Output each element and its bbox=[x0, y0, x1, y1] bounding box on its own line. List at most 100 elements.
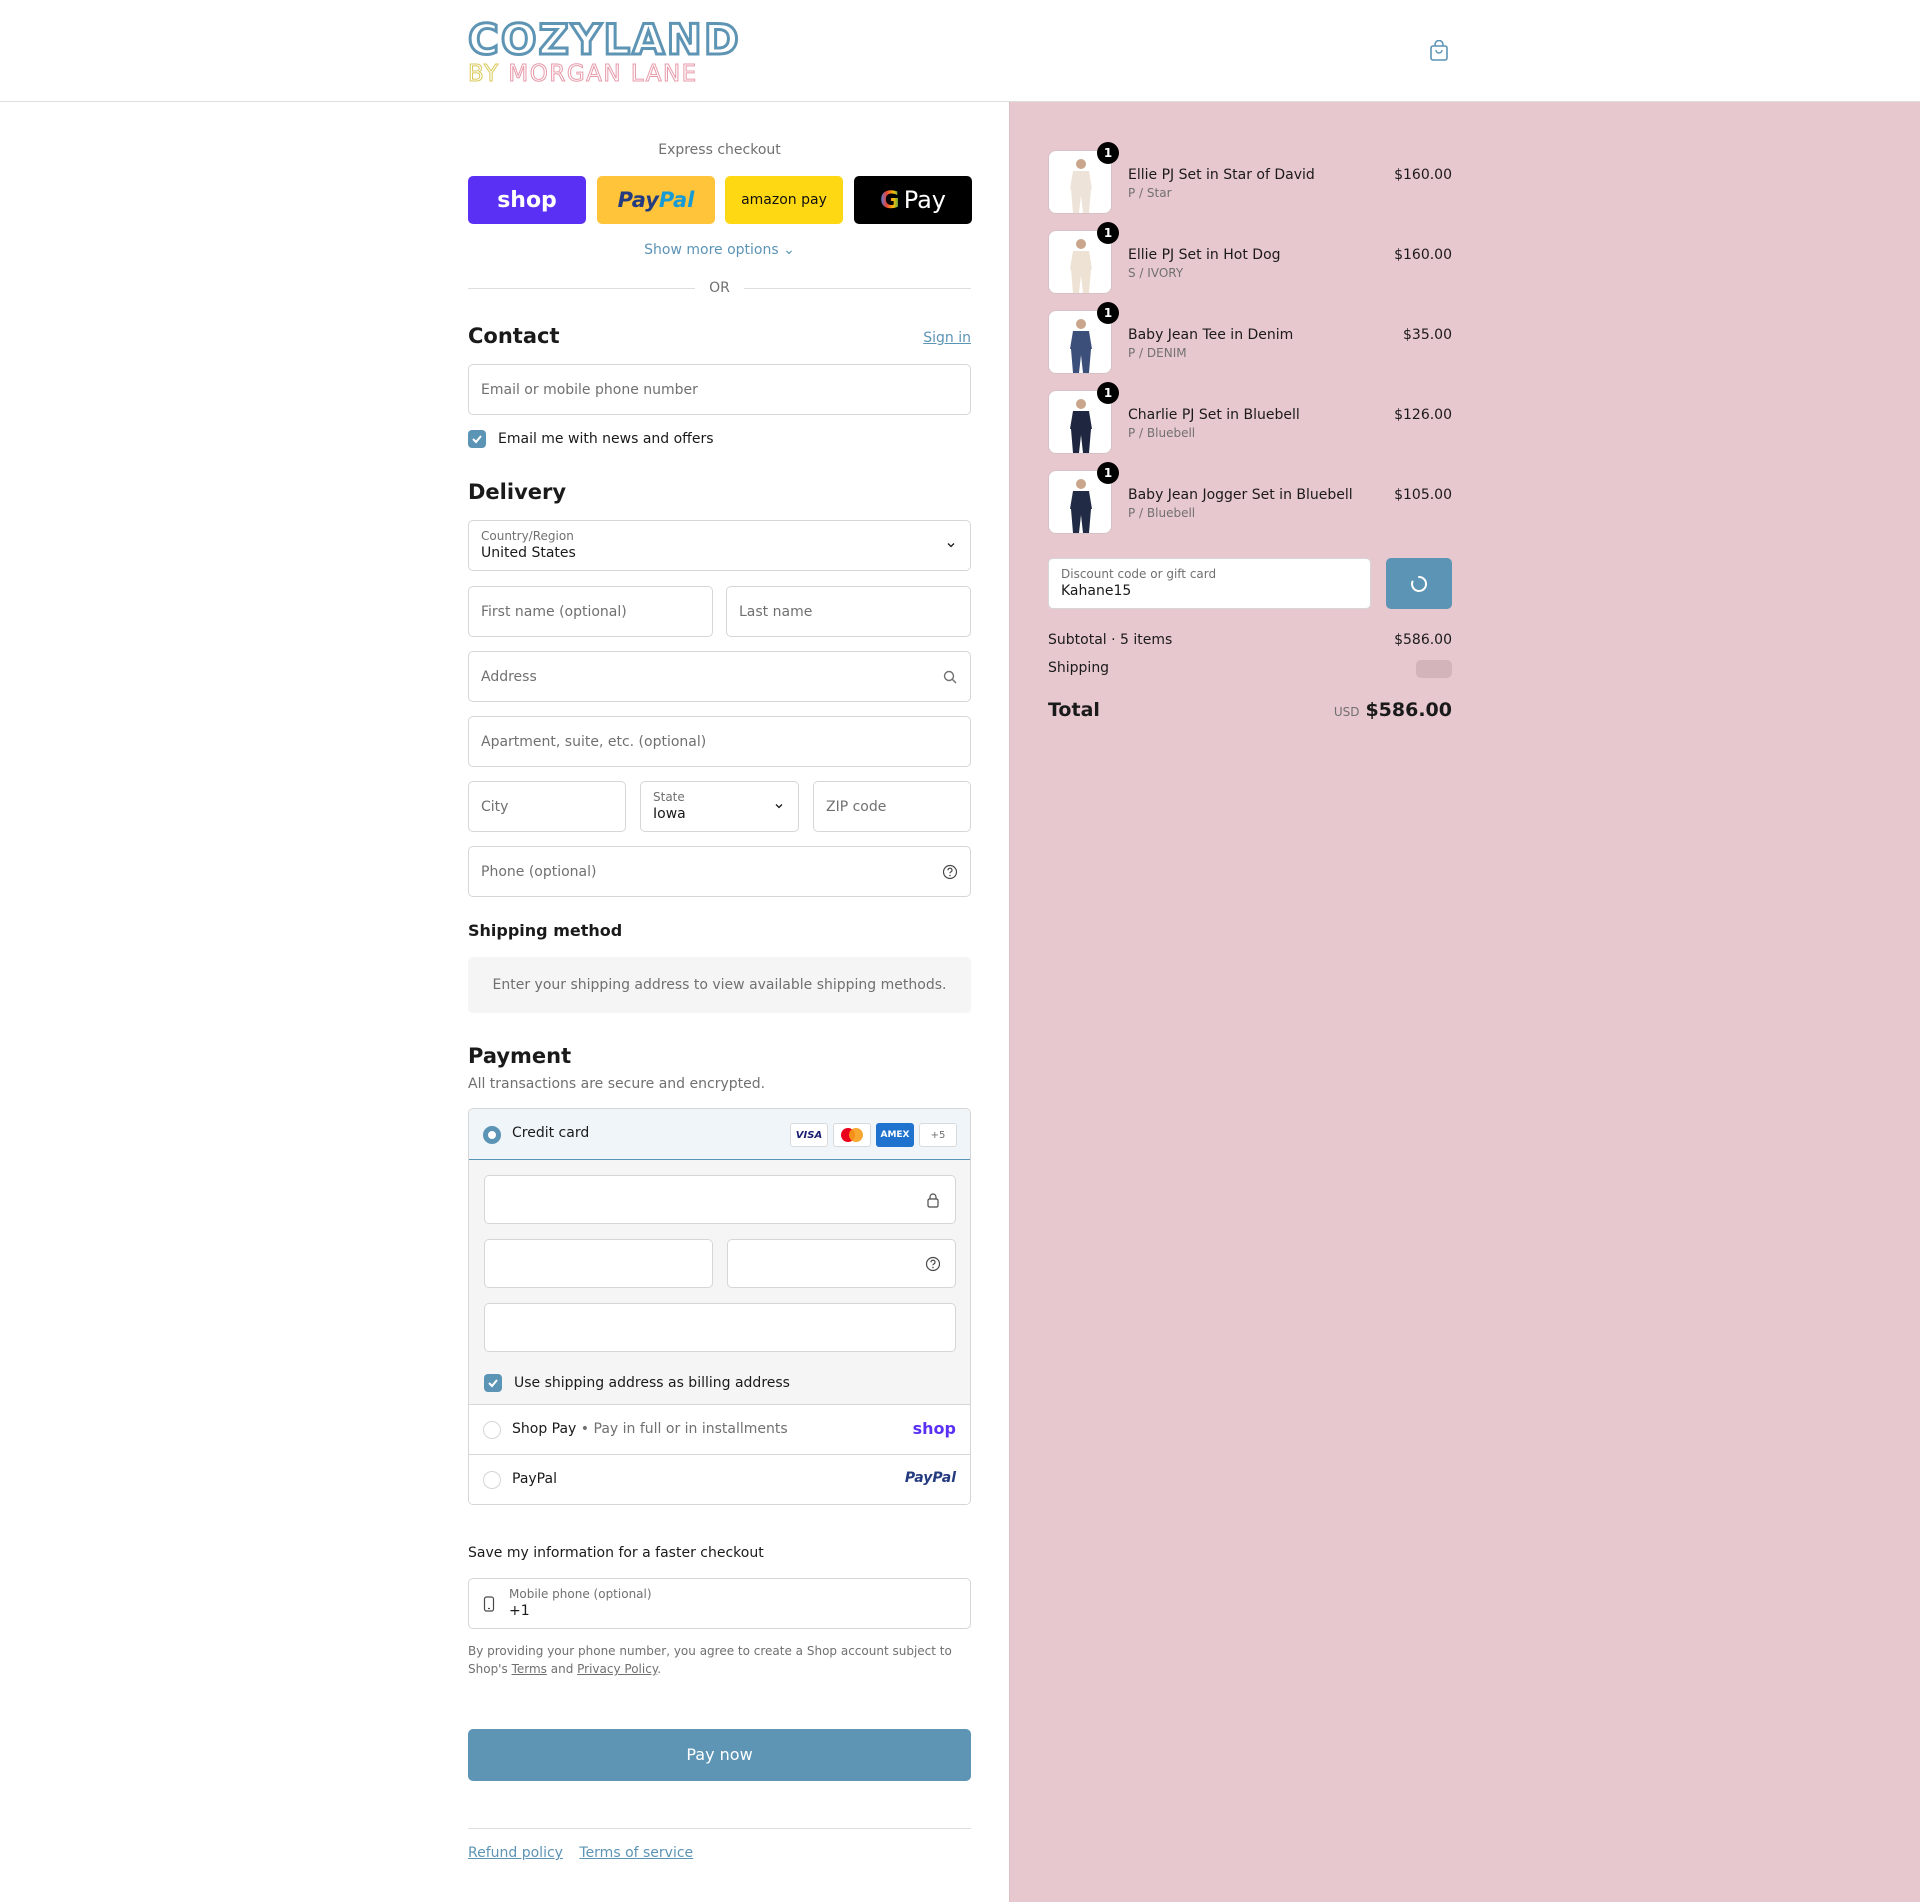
billing-address-checkbox[interactable] bbox=[484, 1374, 502, 1392]
discount-value: Kahane15 bbox=[1061, 583, 1132, 599]
email-placeholder: Email or mobile phone number bbox=[481, 381, 698, 398]
legal-period: . bbox=[657, 1662, 662, 1676]
show-more-options-link[interactable]: Show more options ⌄ bbox=[468, 242, 971, 258]
news-offers-checkbox[interactable] bbox=[468, 430, 486, 448]
cart-item: 1 Baby Jean Tee in Denim P / DENIM $35.0… bbox=[1048, 302, 1452, 374]
quantity-badge: 1 bbox=[1097, 302, 1119, 324]
chevron-down-icon: ⌄ bbox=[783, 242, 795, 258]
shop-pay-logo: shop bbox=[912, 1419, 956, 1438]
shop-pay-label: shop bbox=[497, 187, 557, 213]
item-variant: P / DENIM bbox=[1128, 346, 1187, 360]
phone-field[interactable]: Phone (optional) bbox=[468, 846, 971, 897]
bag-icon[interactable] bbox=[1428, 40, 1450, 62]
amazon-pay-express-button[interactable]: amazon pay bbox=[725, 176, 843, 224]
shipping-method-heading: Shipping method bbox=[468, 921, 623, 940]
shipping-loading-placeholder bbox=[1416, 660, 1452, 678]
paypal-label: Pay bbox=[617, 188, 659, 212]
quantity-badge: 1 bbox=[1097, 142, 1119, 164]
credit-card-form: Use shipping address as billing address bbox=[469, 1160, 970, 1404]
last-name-placeholder: Last name bbox=[739, 603, 813, 620]
payment-heading: Payment bbox=[468, 1044, 572, 1068]
refund-policy-link[interactable]: Refund policy bbox=[468, 1845, 563, 1861]
mobile-phone-label: Mobile phone (optional) bbox=[509, 1587, 652, 1601]
item-price: $105.00 bbox=[1394, 487, 1452, 503]
lock-icon bbox=[927, 1193, 939, 1208]
logo-brand: MORGAN LANE bbox=[508, 61, 698, 87]
currency-code: USD bbox=[1333, 705, 1360, 719]
check-icon bbox=[488, 1379, 498, 1388]
paypal-label-pal: Pal bbox=[658, 188, 695, 212]
shop-privacy-link[interactable]: Privacy Policy bbox=[577, 1662, 657, 1676]
shop-terms-link[interactable]: Terms bbox=[512, 1662, 547, 1676]
header: COZYLAND BY MORGAN LANE bbox=[0, 0, 1920, 102]
credit-card-radio[interactable] bbox=[483, 1126, 501, 1144]
apartment-field[interactable]: Apartment, suite, etc. (optional) bbox=[468, 716, 971, 767]
paypal-radio[interactable] bbox=[483, 1471, 501, 1489]
cart-item: 1 Baby Jean Jogger Set in Bluebell P / B… bbox=[1048, 462, 1452, 534]
total-value: $586.00 bbox=[1365, 699, 1452, 721]
cart-item: 1 Ellie PJ Set in Star of David P / Star… bbox=[1048, 142, 1452, 214]
footer-links: Refund policy Terms of service bbox=[468, 1845, 705, 1861]
shop-pay-option[interactable]: Shop Pay • Pay in full or in installment… bbox=[469, 1404, 970, 1454]
store-logo[interactable]: COZYLAND BY MORGAN LANE bbox=[467, 16, 741, 87]
country-select[interactable]: Country/Region United States bbox=[468, 520, 971, 571]
apply-discount-button[interactable] bbox=[1386, 558, 1452, 609]
city-field[interactable]: City bbox=[468, 781, 626, 832]
shipping-label: Shipping bbox=[1048, 660, 1110, 676]
paypal-option[interactable]: PayPal PayPal bbox=[469, 1454, 970, 1504]
pay-now-button[interactable]: Pay now bbox=[468, 1729, 971, 1781]
address-field[interactable]: Address bbox=[468, 651, 971, 702]
terms-of-service-link[interactable]: Terms of service bbox=[579, 1845, 693, 1861]
google-pay-express-button[interactable]: G Pay bbox=[854, 176, 972, 224]
paypal-express-button[interactable]: Pay Pal bbox=[597, 176, 715, 224]
save-info-heading: Save my information for a faster checkou… bbox=[468, 1545, 764, 1561]
more-cards-badge: +5 bbox=[919, 1123, 957, 1147]
country-label: Country/Region bbox=[481, 529, 574, 543]
quantity-badge: 1 bbox=[1097, 382, 1119, 404]
total-label: Total bbox=[1048, 699, 1100, 721]
credit-card-option[interactable]: Credit card VISA AMEX +5 bbox=[469, 1109, 970, 1161]
mobile-phone-field[interactable]: Mobile phone (optional) +1 bbox=[468, 1578, 971, 1629]
mastercard-circles-icon bbox=[841, 1128, 863, 1142]
shop-pay-radio[interactable] bbox=[483, 1421, 501, 1439]
billing-address-label: Use shipping address as billing address bbox=[514, 1375, 790, 1391]
bullet-separator: • bbox=[580, 1421, 590, 1437]
item-name: Ellie PJ Set in Hot Dog bbox=[1128, 247, 1281, 263]
billing-address-checkbox-row[interactable]: Use shipping address as billing address bbox=[484, 1374, 790, 1392]
shipping-method-notice: Enter your shipping address to view avai… bbox=[468, 957, 971, 1013]
logo-by: BY bbox=[468, 61, 500, 87]
zip-field[interactable]: ZIP code bbox=[813, 781, 971, 832]
item-name: Baby Jean Jogger Set in Bluebell bbox=[1128, 487, 1353, 503]
state-select[interactable]: State Iowa bbox=[640, 781, 799, 832]
item-price: $160.00 bbox=[1394, 247, 1452, 263]
apartment-placeholder: Apartment, suite, etc. (optional) bbox=[481, 733, 707, 750]
show-more-label: Show more options bbox=[644, 242, 779, 258]
card-number-field[interactable] bbox=[484, 1175, 956, 1224]
cart-item: 1 Charlie PJ Set in Bluebell P / Bluebel… bbox=[1048, 382, 1452, 454]
help-icon[interactable] bbox=[942, 864, 958, 880]
total-amount: USD $586.00 bbox=[1334, 699, 1452, 721]
state-label: State bbox=[653, 790, 685, 804]
email-field[interactable]: Email or mobile phone number bbox=[468, 364, 971, 415]
shop-pay-express-button[interactable]: shop bbox=[468, 176, 586, 224]
city-placeholder: City bbox=[481, 798, 509, 815]
sign-in-link[interactable]: Sign in bbox=[923, 330, 971, 346]
last-name-field[interactable]: Last name bbox=[726, 586, 971, 637]
help-icon[interactable] bbox=[925, 1256, 941, 1272]
loading-spinner-icon bbox=[1411, 575, 1428, 592]
first-name-field[interactable]: First name (optional) bbox=[468, 586, 713, 637]
news-offers-checkbox-row[interactable]: Email me with news and offers bbox=[468, 430, 714, 448]
security-code-field[interactable] bbox=[727, 1239, 956, 1288]
discount-code-field[interactable]: Discount code or gift card Kahane15 bbox=[1048, 558, 1371, 609]
mastercard-icon bbox=[833, 1123, 871, 1147]
google-g-icon: G bbox=[879, 186, 900, 214]
item-price: $35.00 bbox=[1403, 327, 1452, 343]
credit-card-label: Credit card bbox=[512, 1125, 590, 1141]
item-price: $126.00 bbox=[1394, 407, 1452, 423]
phone-placeholder: Phone (optional) bbox=[481, 863, 597, 880]
shop-pay-subtitle: Pay in full or in installments bbox=[593, 1421, 788, 1437]
name-on-card-field[interactable] bbox=[484, 1303, 956, 1352]
expiration-date-field[interactable] bbox=[484, 1239, 713, 1288]
quantity-badge: 1 bbox=[1097, 462, 1119, 484]
discount-label: Discount code or gift card bbox=[1061, 567, 1217, 581]
